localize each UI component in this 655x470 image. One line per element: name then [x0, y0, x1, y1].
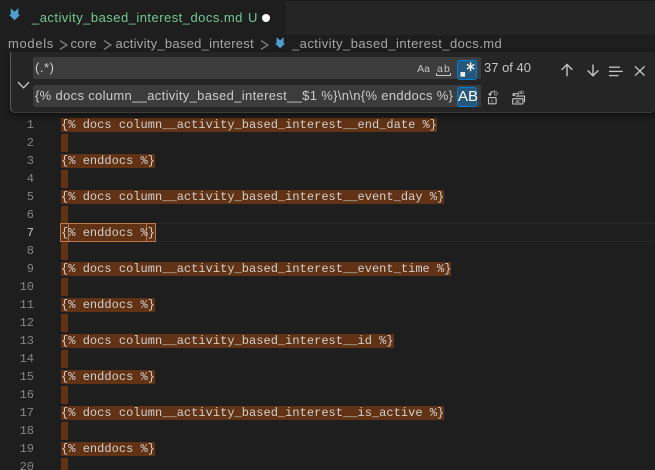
svg-text:ac: ac	[515, 99, 521, 105]
svg-text:b: b	[494, 91, 498, 98]
svg-text:c: c	[491, 99, 494, 105]
svg-text:ab: ab	[518, 90, 524, 96]
